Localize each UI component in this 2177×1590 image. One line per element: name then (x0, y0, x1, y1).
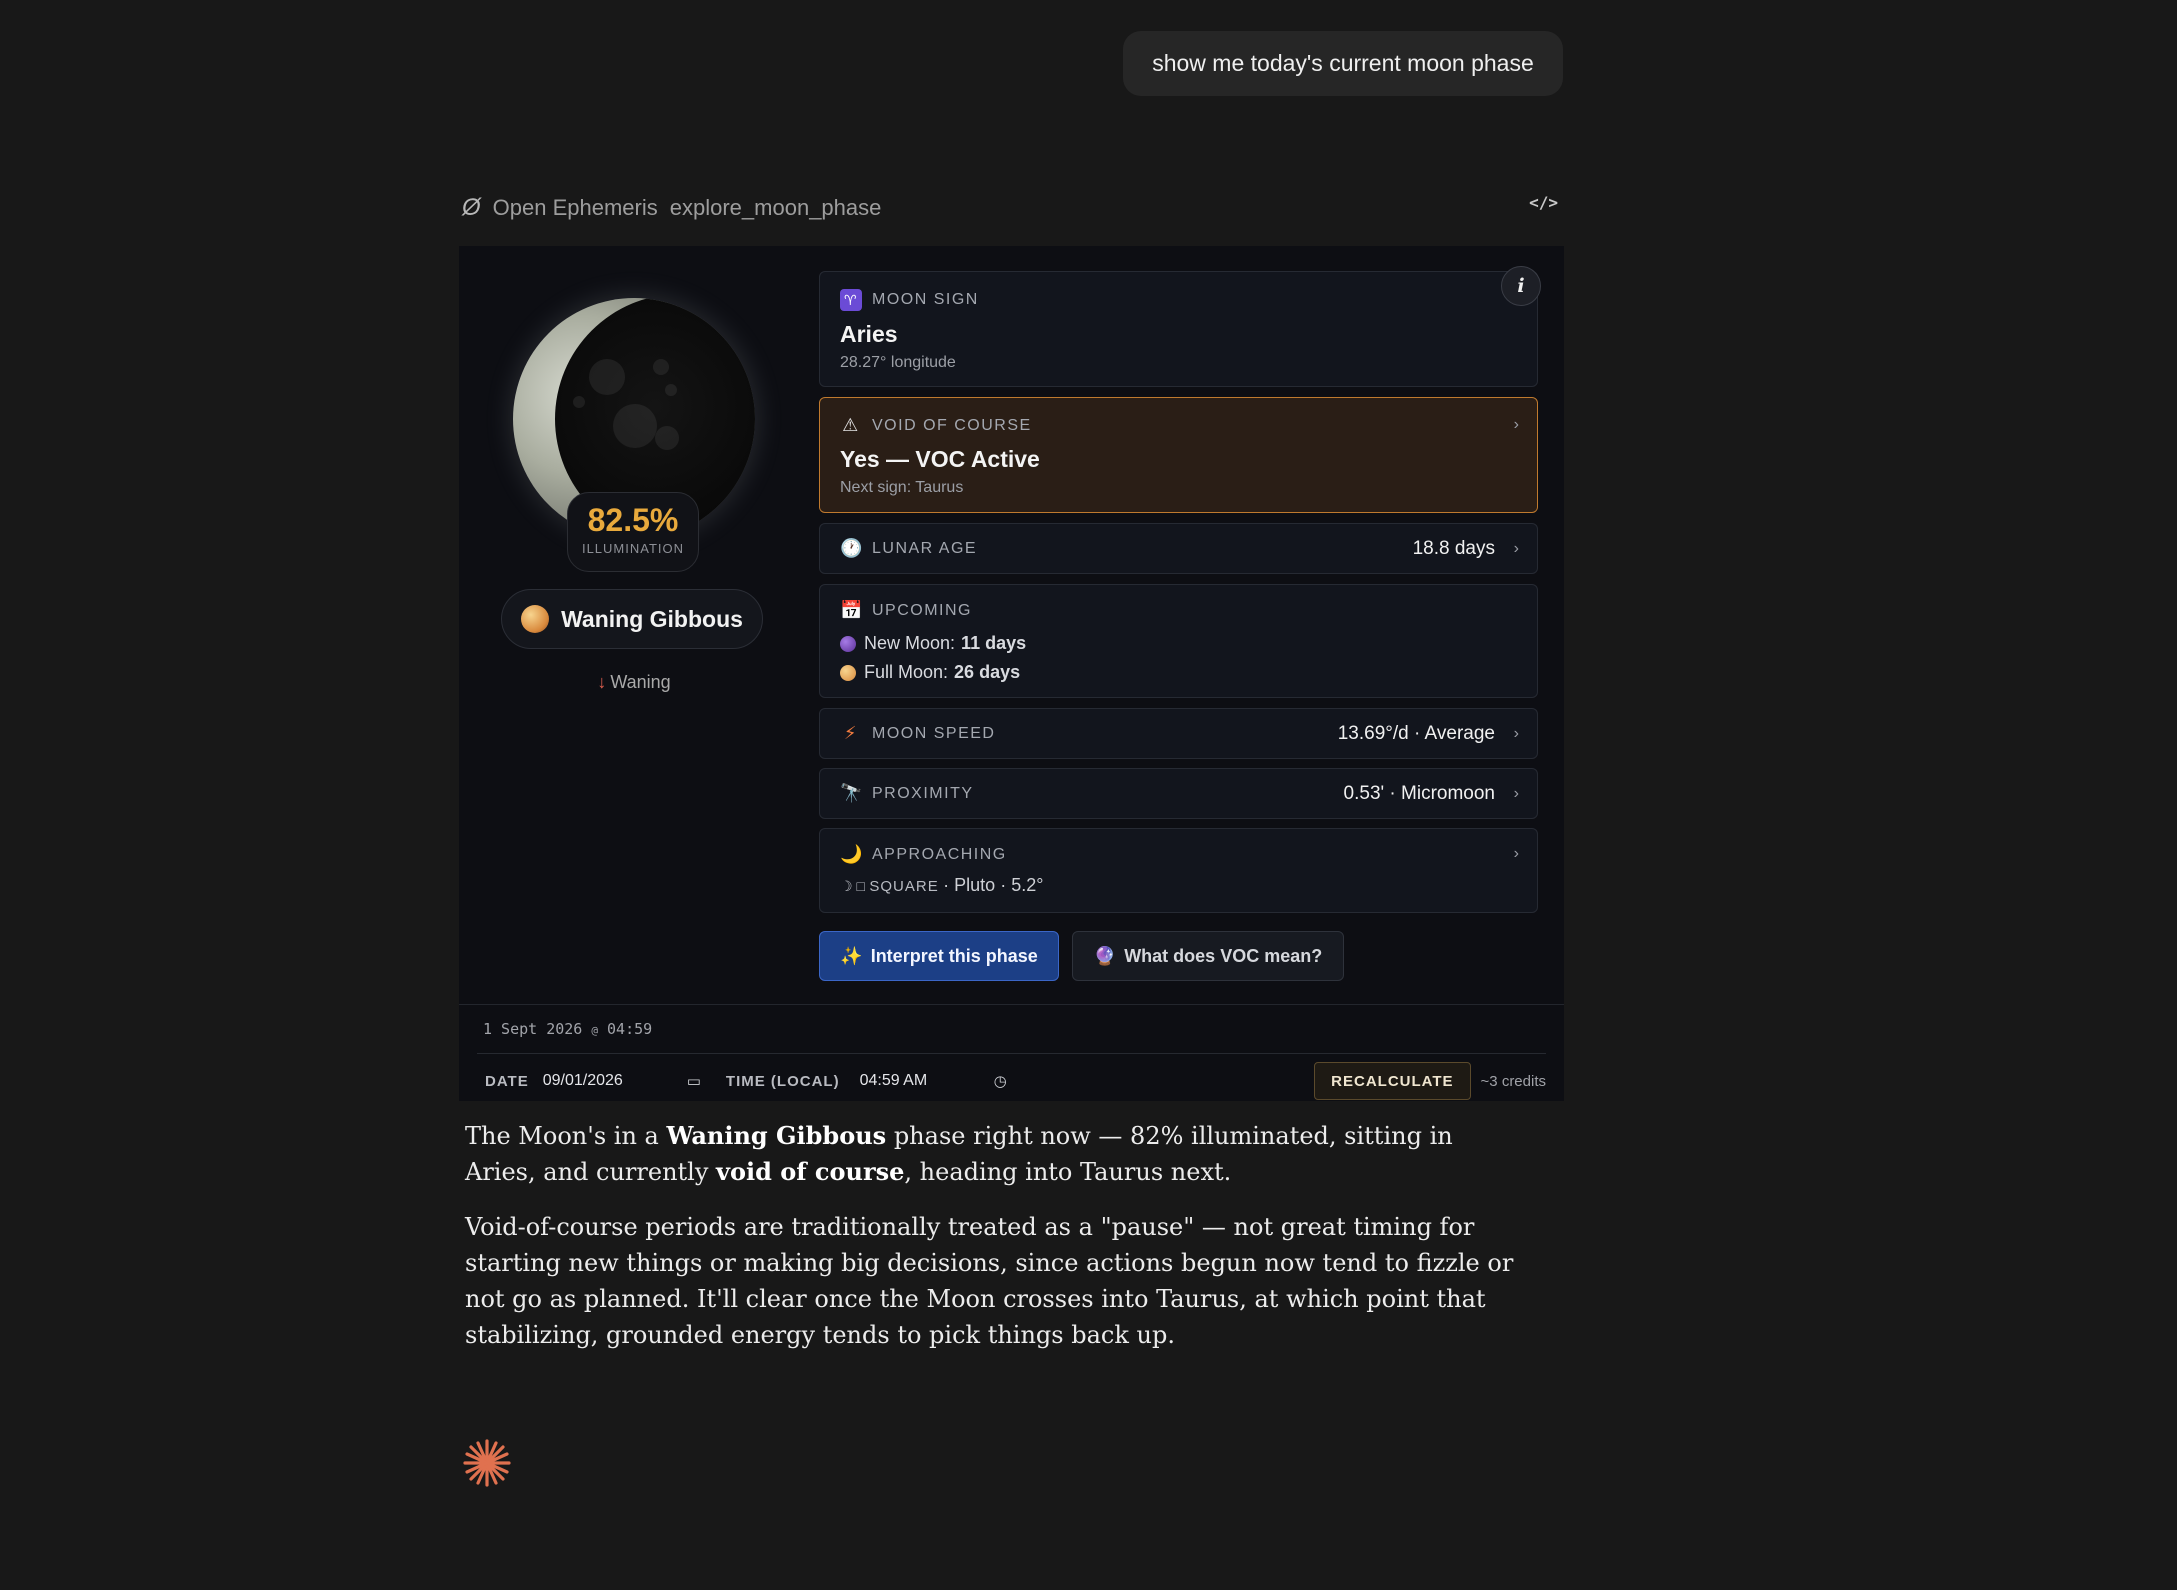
new-moon-icon (840, 635, 856, 652)
phase-trend: ↓ Waning (459, 672, 809, 693)
date-time-controls: DATE 09/01/2026 ▭ TIME (LOCAL) 04:59 AM … (477, 1060, 1546, 1102)
chevron-right-icon: › (1513, 845, 1519, 862)
telescope-icon: 🔭 (840, 783, 864, 803)
chevron-right-icon: › (1513, 539, 1519, 557)
stamp-date: 1 Sept 2026 (483, 1020, 583, 1038)
response-text: The Moon's in a (465, 1122, 667, 1150)
credits-cost: ~3 credits (1480, 1072, 1546, 1090)
what-is-voc-button[interactable]: 🔮 What does VOC mean? (1072, 931, 1344, 981)
illumination-value: 82.5% (587, 502, 679, 538)
info-button[interactable]: i (1501, 266, 1541, 306)
interpret-phase-label: Interpret this phase (870, 945, 1038, 966)
full-moon-value: 26 days (954, 662, 1021, 682)
moon-speed-value: 13.69°/d · Average (1337, 722, 1495, 744)
time-input[interactable]: 04:59 AM (860, 1072, 970, 1090)
down-arrow-icon: ↓ (597, 672, 607, 692)
interpret-phase-button[interactable]: ✨ Interpret this phase (819, 931, 1059, 981)
calculation-timestamp: 1 Sept 2026 @ 04:59 (483, 1020, 652, 1038)
lunar-age-card[interactable]: 🕐 LUNAR AGE 18.8 days › (819, 523, 1538, 574)
clock-icon: 🕐 (840, 538, 864, 558)
aspect-symbol: ☽ □ (840, 878, 865, 894)
proximity-value: 0.53' · Micromoon (1343, 782, 1495, 804)
response-bold-phase: Waning Gibbous (666, 1121, 887, 1150)
lunar-age-value: 18.8 days (1412, 537, 1495, 559)
divider (477, 1053, 1546, 1054)
calendar-picker-icon[interactable]: ▭ (687, 1072, 701, 1090)
moon-sign-value: Aries (840, 321, 898, 347)
proximity-card[interactable]: 🔭 PROXIMITY 0.53' · Micromoon › (819, 768, 1538, 819)
tool-function-name: explore_moon_phase (669, 195, 882, 220)
chevron-right-icon: › (1513, 784, 1519, 802)
illumination-label: ILLUMINATION (581, 541, 685, 556)
crescent-moon-icon: 🌙 (840, 844, 864, 864)
new-moon-row: New Moon: 11 days (840, 633, 1517, 654)
new-moon-label: New Moon: (864, 633, 956, 653)
illumination-badge: 82.5% ILLUMINATION (567, 492, 699, 572)
new-moon-value: 11 days (961, 633, 1027, 653)
moon-speed-card[interactable]: ⚡ MOON SPEED 13.69°/d · Average › (819, 708, 1538, 759)
lightning-icon: ⚡ (843, 723, 859, 743)
loading-spinner-icon (462, 1438, 512, 1493)
time-label: TIME (LOCAL) (725, 1072, 840, 1090)
moon-phase-widget: 82.5% ILLUMINATION Waning Gibbous ↓ Wanin… (459, 246, 1564, 1101)
phase-name-pill: Waning Gibbous (501, 589, 763, 649)
sparkles-icon: ✨ (840, 945, 863, 966)
response-text: Void-of-course periods are traditionally… (465, 1213, 1514, 1349)
approaching-label: APPROACHING (872, 845, 1007, 863)
moon-speed-label: MOON SPEED (872, 724, 996, 742)
user-message-text: show me today's current moon phase (1152, 50, 1534, 76)
response-bold-voc: void of course (716, 1157, 905, 1186)
assistant-response-paragraph: The Moon's in a Waning Gibbous phase rig… (465, 1118, 1525, 1190)
chevron-right-icon: › (1513, 724, 1519, 742)
voc-next-sign: Next sign: Taurus (840, 479, 964, 496)
full-moon-row: Full Moon: 26 days (840, 662, 1517, 683)
date-input[interactable]: 09/01/2026 (543, 1072, 673, 1090)
aspect-name: SQUARE (869, 878, 939, 895)
clock-picker-icon[interactable]: ◷ (994, 1072, 1007, 1090)
stamp-time: 04:59 (607, 1020, 653, 1038)
full-moon-icon (521, 605, 550, 633)
tool-provider-name: Open Ephemeris (492, 195, 658, 220)
crystal-ball-icon: 🔮 (1093, 945, 1117, 966)
moon-sign-longitude: 28.27° longitude (840, 354, 956, 371)
tool-call-header[interactable]: Ø Open Ephemeris explore_moon_phase </> (462, 190, 1564, 226)
view-code-icon[interactable]: </> (1529, 193, 1558, 212)
response-text: , heading into Taurus next. (904, 1158, 1232, 1186)
divider (459, 1004, 1564, 1005)
phase-trend-label: Waning (610, 672, 671, 692)
open-ephemeris-logo-icon: Ø (462, 194, 481, 221)
calendar-icon: 📅 (840, 600, 864, 620)
stamp-at: @ (591, 1024, 598, 1037)
voc-label: VOID OF COURSE (872, 416, 1032, 434)
voc-value: Yes — VOC Active (840, 446, 1040, 472)
phase-name: Waning Gibbous (561, 605, 743, 632)
proximity-label: PROXIMITY (872, 784, 974, 802)
moon-sign-label: MOON SIGN (872, 291, 979, 308)
full-moon-icon (840, 664, 856, 681)
assistant-response-paragraph: Void-of-course periods are traditionally… (465, 1209, 1525, 1353)
full-moon-label: Full Moon: (864, 662, 949, 682)
recalculate-button[interactable]: RECALCULATE (1314, 1062, 1471, 1100)
aries-sign-icon: ♈ (840, 289, 862, 311)
warning-icon: ⚠ (842, 415, 860, 435)
aspect-target: · Pluto · 5.2° (943, 875, 1044, 895)
date-label: DATE (485, 1072, 529, 1090)
upcoming-card: 📅 UPCOMING New Moon: 11 days Full Moon: … (819, 584, 1538, 698)
chevron-right-icon: › (1513, 416, 1519, 433)
what-is-voc-label: What does VOC mean? (1124, 945, 1323, 966)
user-message-bubble: show me today's current moon phase (1123, 31, 1563, 96)
approaching-card[interactable]: 🌙 APPROACHING › ☽ □ SQUARE · Pluto · 5.2… (819, 828, 1538, 913)
upcoming-label: UPCOMING (872, 601, 972, 619)
approaching-aspect: ☽ □ SQUARE · Pluto · 5.2° (840, 875, 1517, 896)
lunar-age-label: LUNAR AGE (872, 539, 978, 557)
void-of-course-card[interactable]: ⚠ VOID OF COURSE › Yes — VOC Active Next… (819, 397, 1538, 513)
moon-sign-card: ♈ MOON SIGN Aries 28.27° longitude (819, 271, 1538, 387)
